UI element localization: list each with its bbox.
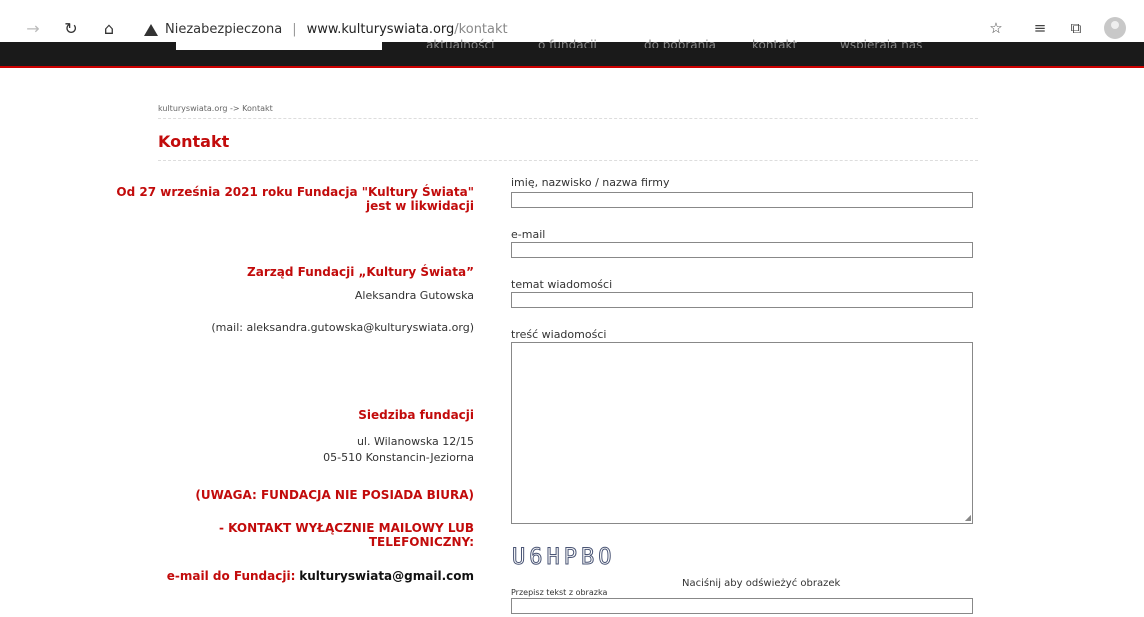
breadcrumb[interactable]: kulturyswiata.org -> Kontakt <box>158 104 273 113</box>
address-separator: | <box>292 22 297 37</box>
divider <box>158 118 978 119</box>
favorites-icon[interactable]: ≡ <box>1030 19 1050 37</box>
seat-city: 05-510 Konstancin-Jeziorna <box>323 451 474 464</box>
message-label: treść wiadomości <box>511 328 607 341</box>
subject-field[interactable] <box>511 292 973 308</box>
email-label: e-mail do Fundacji: <box>166 569 296 583</box>
home-icon[interactable]: ⌂ <box>100 20 118 38</box>
email-field-label: e-mail <box>511 228 546 241</box>
seat-street: ul. Wilanowska 12/15 <box>356 435 474 448</box>
reload-icon[interactable]: ↻ <box>62 20 80 38</box>
resize-grip-icon[interactable]: ◢ <box>965 513 971 522</box>
board-member-name: Aleksandra Gutowska <box>354 289 474 302</box>
divider <box>158 160 978 161</box>
name-field[interactable] <box>511 192 973 208</box>
collections-icon[interactable]: ⧉ <box>1066 19 1086 37</box>
email-value[interactable]: kulturyswiata@gmail.com <box>299 569 474 583</box>
page-title: Kontakt <box>158 132 230 151</box>
email-field[interactable] <box>511 242 973 258</box>
favorite-add-icon[interactable]: ☆ <box>986 19 1006 37</box>
profile-icon[interactable] <box>1104 17 1126 39</box>
menu-item-supporters[interactable]: wspierają nas <box>840 38 922 48</box>
office-notice: (UWAGA: FUNDACJA NIE POSIADA BIURA) <box>195 488 474 502</box>
menu-item-downloads[interactable]: do pobrania <box>644 38 716 48</box>
message-textarea[interactable]: ◢ <box>511 342 973 524</box>
captcha-image[interactable]: U6HPBO <box>511 545 615 571</box>
menu-item-about[interactable]: o fundacji <box>538 38 597 48</box>
warning-icon <box>144 24 158 36</box>
email-line: e-mail do Fundacji: kulturyswiata@gmail.… <box>114 569 474 583</box>
seat-heading: Siedziba fundacji <box>358 408 474 422</box>
back-arrow-icon[interactable]: → <box>24 20 42 38</box>
board-heading: Zarząd Fundacji „Kultury Świata” <box>247 265 474 279</box>
board-member-mail: (mail: aleksandra.gutowska@kulturyswiata… <box>211 321 474 334</box>
contact-notice: - KONTAKT WYŁĄCZNIE MAILOWY LUB TELEFONI… <box>219 521 474 549</box>
menu-item-contact[interactable]: kontakt <box>752 38 797 48</box>
site-search-input[interactable] <box>176 42 382 50</box>
subject-label: temat wiadomości <box>511 278 613 291</box>
site-header: aktualności o fundacji do pobrania konta… <box>0 38 1144 68</box>
menu-item-news[interactable]: aktualności <box>426 38 494 48</box>
name-label: imię, nazwisko / nazwa firmy <box>511 176 670 189</box>
captcha-refresh-hint: Naciśnij aby odświeżyć obrazek <box>682 578 841 589</box>
captcha-input[interactable] <box>511 598 973 614</box>
captcha-label: Przepisz tekst z obrazka <box>511 588 608 597</box>
liquidation-notice: Od 27 września 2021 roku Fundacja "Kultu… <box>116 185 474 213</box>
security-label: Niezabezpieczona <box>165 22 283 37</box>
